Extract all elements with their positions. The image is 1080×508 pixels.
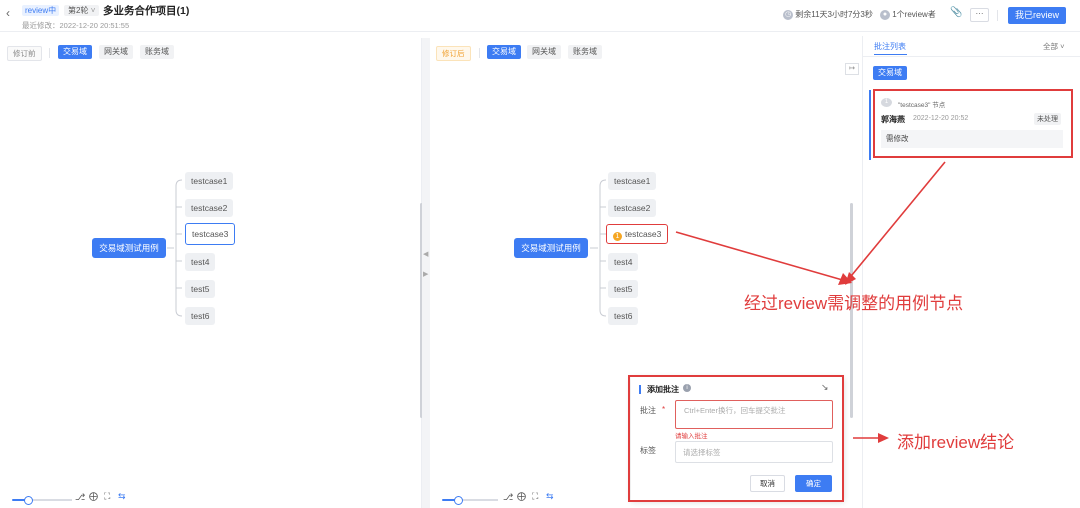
annotation-dialog-note: 添加review结论 — [897, 433, 1015, 452]
annotation-node-note: 经过review需调整的用例节点 — [744, 294, 964, 313]
